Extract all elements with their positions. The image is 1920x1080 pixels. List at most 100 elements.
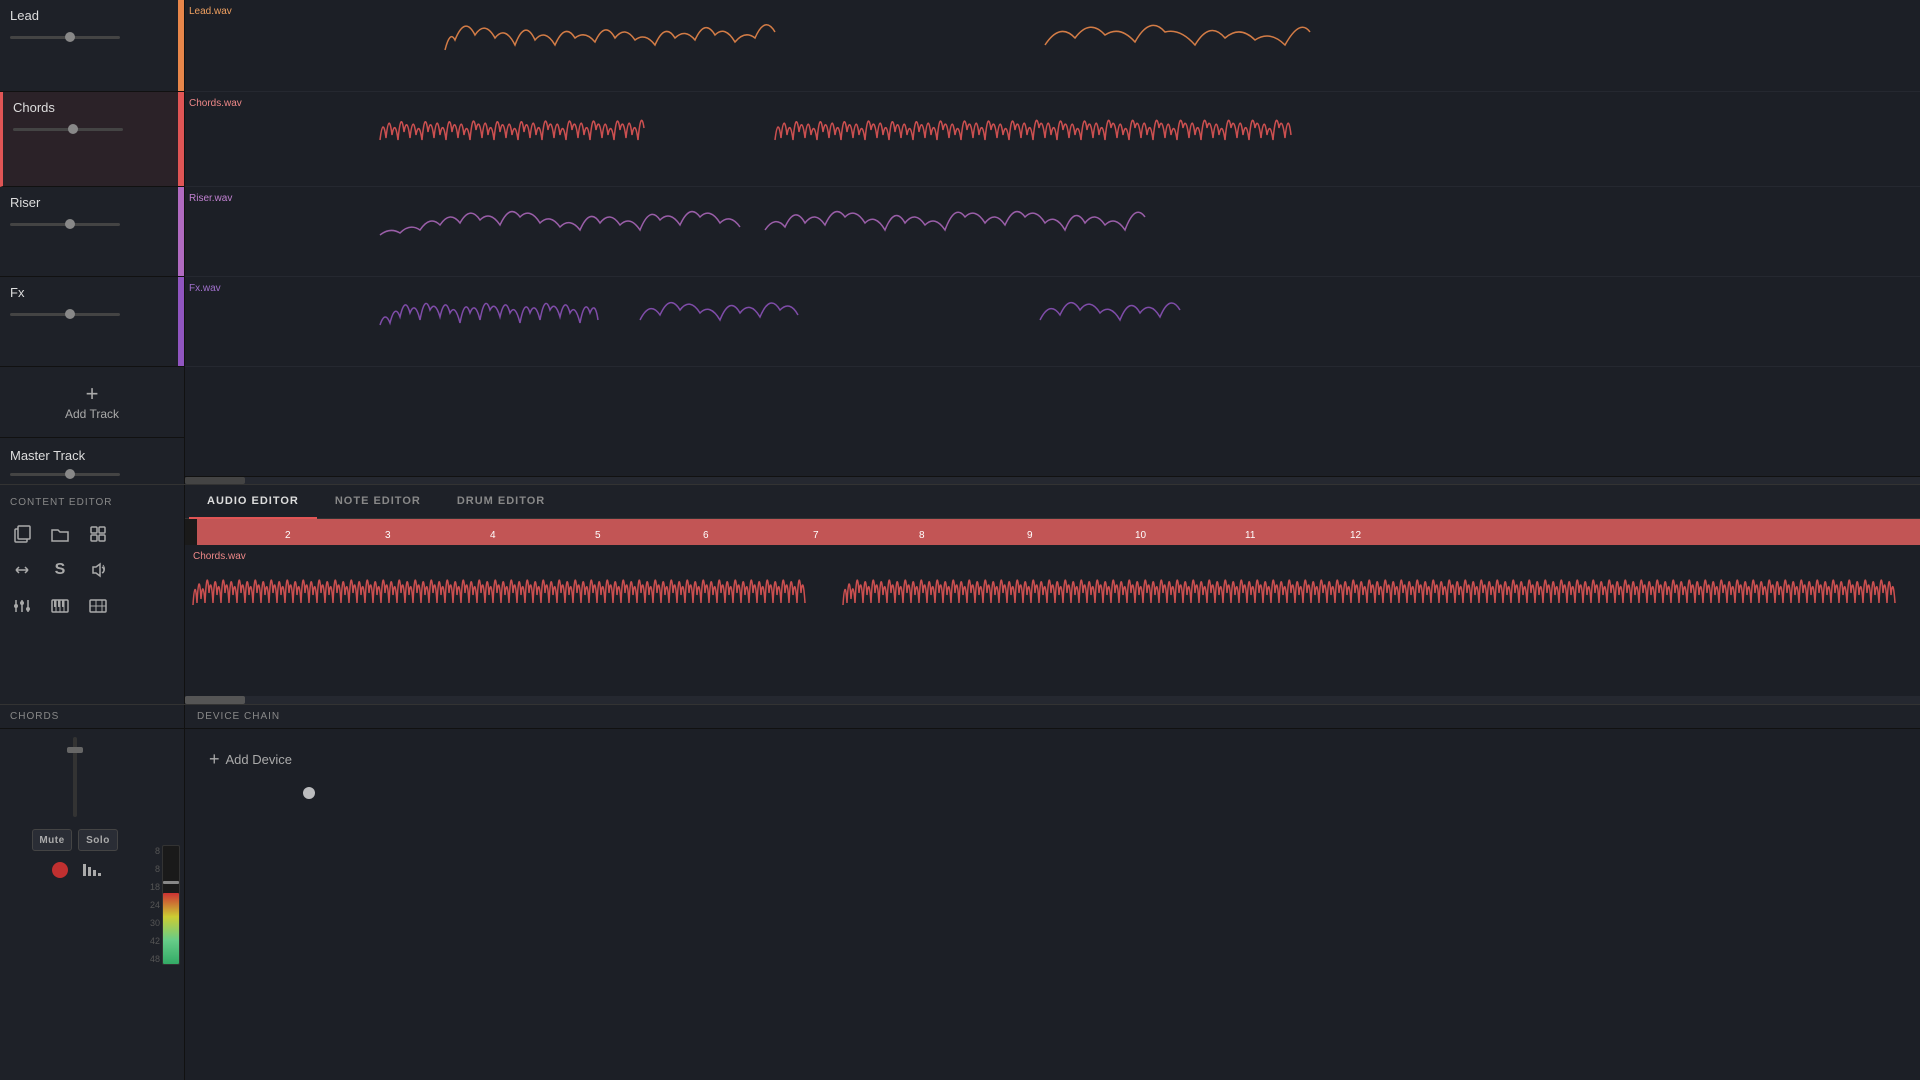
content-editor-icons-row3 [0,588,184,624]
ruler-mark-11: 11 [1245,530,1255,541]
ce-icon-arrows[interactable] [8,556,36,584]
waveform-chords: Chords.wav [185,92,1920,186]
chords-right-fader-area: 8 8 18 24 30 42 48 [150,729,184,1080]
audio-editor-ruler: 2 3 4 5 6 7 8 9 10 11 12 [185,519,1920,545]
chords-panel-title: Chords [0,705,184,729]
add-track-plus-icon: + [86,383,99,405]
track-item-riser[interactable]: Riser [0,187,184,277]
volume-slider-riser[interactable] [10,223,120,226]
ce-icon-piano[interactable] [46,592,74,620]
ruler-mark-8: 8 [919,530,925,541]
waveform-riser: Riser.wav [185,187,1920,276]
chords-bars-icon[interactable] [81,860,101,885]
track-lane-lead[interactable]: Lead.wav [185,0,1920,92]
ruler-mark-6: 6 [703,530,709,541]
tab-audio-editor[interactable]: Audio Editor [189,485,317,519]
content-editor-title: Content Editor [0,493,184,516]
master-track-name: Master Track [10,448,174,463]
ce-icon-S[interactable]: S [46,556,74,584]
track-item-chords[interactable]: Chords [0,92,184,187]
chords-controls: Mute Solo [0,729,150,1080]
add-track-button[interactable]: + Add Track [0,367,184,437]
ruler-mark-10: 10 [1135,530,1146,541]
track-color-riser [178,187,184,276]
volume-slider-chords[interactable] [13,128,123,131]
ae-scrollbar[interactable] [185,696,1920,704]
editor-tabs: Audio Editor Note Editor Drum Editor [185,485,1920,519]
volume-slider-lead[interactable] [10,36,120,39]
track-lane-riser[interactable]: Riser.wav [185,187,1920,277]
ce-icon-folder[interactable] [46,520,74,548]
ce-icon-copy[interactable] [8,520,36,548]
ce-icon-speaker[interactable] [84,556,112,584]
level-meter-thumb[interactable] [163,881,179,884]
chords-panel: Chords Mute Solo [0,705,185,1080]
chords-record-icon[interactable] [49,859,71,886]
master-volume-slider[interactable] [10,473,120,476]
content-editor-icons-row1 [0,516,184,552]
track-color-fx [178,277,184,366]
add-device-label: Add Device [226,752,292,767]
timeline-area: Lead.wav Chords.wa [185,0,1920,484]
track-item-lead[interactable]: Lead [0,0,184,92]
chords-level-meter[interactable] [162,845,180,965]
content-editor-icons-row2: S [0,552,184,588]
chords-icon-row [49,859,101,886]
ae-ruler-marks: 2 3 4 5 6 7 8 9 10 11 12 [185,519,1920,545]
ruler-mark-7: 7 [813,530,819,541]
track-list: Lead Chords Riser Fx [0,0,185,484]
tab-drum-editor[interactable]: Drum Editor [439,485,563,519]
device-chain-content[interactable]: + Add Device [185,729,1920,1080]
ruler-mark-2: 2 [285,530,291,541]
add-track-label: Add Track [65,407,119,421]
master-track-item[interactable]: Master Track [0,437,184,484]
track-lane-fx[interactable]: Fx.wav [185,277,1920,367]
ruler-mark-12: 12 [1350,530,1361,541]
svg-text:Chords.wav: Chords.wav [189,98,242,109]
ae-waveform [185,545,1920,704]
ae-playhead[interactable] [185,519,197,545]
ruler-mark-5: 5 [595,530,601,541]
ce-icon-mixer[interactable] [8,592,36,620]
ruler-mark-9: 9 [1027,530,1033,541]
chords-mute-solo: Mute Solo [32,829,118,851]
audio-editor-area: Audio Editor Note Editor Drum Editor 2 3… [185,485,1920,704]
device-chain-area: Device Chain + Add Device [185,705,1920,1080]
track-name-chords: Chords [13,100,174,115]
volume-slider-fx[interactable] [10,313,120,316]
chords-fader[interactable] [73,737,77,817]
chords-mute-button[interactable]: Mute [32,829,72,851]
ruler-mark-4: 4 [490,530,496,541]
svg-text:Lead.wav: Lead.wav [189,6,232,17]
svg-text:Fx.wav: Fx.wav [189,283,221,294]
ae-clip-name: Chords.wav [193,551,246,562]
waveform-lead: Lead.wav [185,0,1920,91]
ce-icon-grid2[interactable] [84,592,112,620]
chords-solo-button[interactable]: Solo [78,829,118,851]
waveform-fx: Fx.wav [185,277,1920,366]
timeline-scrollbar-thumb[interactable] [185,477,245,484]
track-lane-chords[interactable]: Chords.wav [185,92,1920,187]
timeline-scrollbar[interactable] [185,476,1920,484]
ce-icon-grid[interactable] [84,520,112,548]
level-meter-fill [163,893,179,964]
track-name-lead: Lead [10,8,174,23]
add-device-plus-icon: + [209,749,220,770]
chords-fader-thumb[interactable] [67,747,83,753]
track-color-lead [178,0,184,91]
timeline-scroll[interactable]: Lead.wav Chords.wa [185,0,1920,476]
ruler-mark-3: 3 [385,530,391,541]
ae-clip-area[interactable]: Chords.wav [185,545,1920,704]
tab-note-editor[interactable]: Note Editor [317,485,439,519]
db-scale: 8 8 18 24 30 42 48 [150,846,160,964]
device-chain-title: Device Chain [185,705,1920,729]
track-name-fx: Fx [10,285,174,300]
audio-editor-content[interactable]: 2 3 4 5 6 7 8 9 10 11 12 Chords.wav [185,519,1920,704]
content-editor-panel: Content Editor [0,485,185,704]
svg-text:Riser.wav: Riser.wav [189,193,232,204]
track-item-fx[interactable]: Fx [0,277,184,367]
add-device-button[interactable]: + Add Device [201,745,300,774]
track-name-riser: Riser [10,195,174,210]
ae-scrollbar-thumb[interactable] [185,696,245,704]
track-color-chords [178,92,184,186]
